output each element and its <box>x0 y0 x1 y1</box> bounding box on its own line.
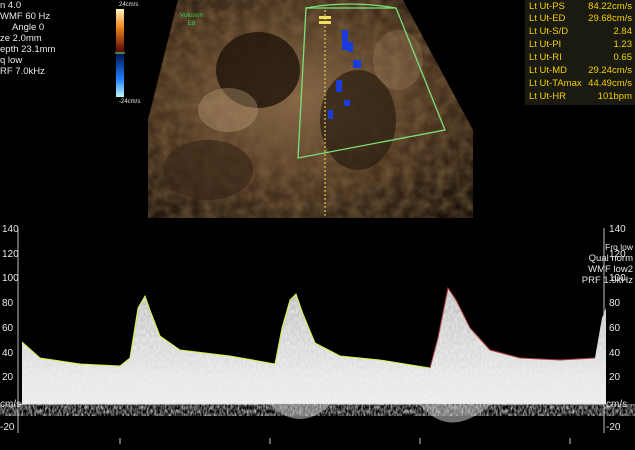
scale-left-100: 100 <box>2 273 19 284</box>
param-line: q low <box>0 55 23 66</box>
brand-line: Voluson <box>180 12 204 19</box>
scale-right-80: 80 <box>609 298 621 309</box>
brand-line: E8 <box>187 20 196 27</box>
param-line: RF 7.0kHz <box>0 66 45 77</box>
measurement-row: Lt Ut-S/D 2.84 <box>529 25 632 38</box>
acquisition-params: n 4.0 WMF 60 Hz Angle 0 ze 2.0mm epth 23… <box>0 0 55 77</box>
scale-right-120: 120 <box>609 249 626 260</box>
color-scale-bottom: -24cm/s <box>119 99 141 105</box>
measurement-row: Lt Ut-ED 29.68cm/s <box>529 12 632 25</box>
brand-label: Voluson E8 <box>180 12 203 28</box>
measure-value: 1.23 <box>613 39 633 50</box>
measure-value: 101bpm <box>597 91 632 102</box>
measure-label: Lt Ut-HR <box>529 91 566 102</box>
measurement-row: Lt Ut-HR 101bpm <box>529 90 632 103</box>
scale-right-40: 40 <box>609 348 621 359</box>
measure-value: 2.84 <box>613 26 633 37</box>
measurement-row: Lt Ut-MD 29.24cm/s <box>529 64 632 77</box>
measurement-row: Lt Ut-RI 0.65 <box>529 51 632 64</box>
measure-value: 44.49cm/s <box>588 78 632 89</box>
measure-value: 29.24cm/s <box>588 65 632 76</box>
scale-right-60: 60 <box>609 323 621 334</box>
measurement-row: Lt Ut-PI 1.23 <box>529 38 632 51</box>
scale-left-80: 80 <box>2 298 14 309</box>
scale-right-20: 20 <box>609 372 621 383</box>
scale-right-neg20: -20 <box>606 422 621 433</box>
scale-left-unit: cm/s <box>0 399 22 410</box>
measure-label: Lt Ut-PI <box>529 39 562 50</box>
color-scale-top: 24cm/s <box>119 2 139 8</box>
measure-value: 0.65 <box>613 52 633 63</box>
measurements-panel: Lt Ut-PS 84.22cm/s Lt Ut-ED 29.68cm/s Lt U… <box>525 0 635 105</box>
scale-left-neg20: -20 <box>0 422 15 433</box>
scale-right-unit: cm/s <box>606 399 628 410</box>
scale-right-100: 100 <box>609 273 626 284</box>
color-velocity-bar: 24cm/s -24cm/s <box>115 2 151 108</box>
param-line: epth 23.1mm <box>0 44 56 55</box>
scale-left-140: 140 <box>2 224 19 235</box>
measure-label: Lt Ut-S/D <box>529 26 569 37</box>
param-line: n 4.0 <box>0 0 22 11</box>
scale-left-60: 60 <box>2 323 14 334</box>
bmode-image <box>148 0 473 218</box>
param-line: Angle 0 <box>12 22 45 33</box>
measure-label: Lt Ut-TAmax <box>529 78 582 89</box>
measure-label: Lt Ut-RI <box>529 52 562 63</box>
scale-left-120: 120 <box>2 249 19 260</box>
param-line: WMF 60 Hz <box>0 11 51 22</box>
spectral-doppler-trace <box>0 218 635 445</box>
measure-label: Lt Ut-MD <box>529 65 567 76</box>
measure-value: 29.68cm/s <box>588 13 632 24</box>
measurement-row: Lt Ut-TAmax 44.49cm/s <box>529 77 632 90</box>
scale-left-20: 20 <box>2 372 14 383</box>
scale-right-140: 140 <box>609 224 626 235</box>
param-line: ze 2.0mm <box>0 33 42 44</box>
measure-label: Lt Ut-ED <box>529 13 566 24</box>
scale-left-40: 40 <box>2 348 14 359</box>
